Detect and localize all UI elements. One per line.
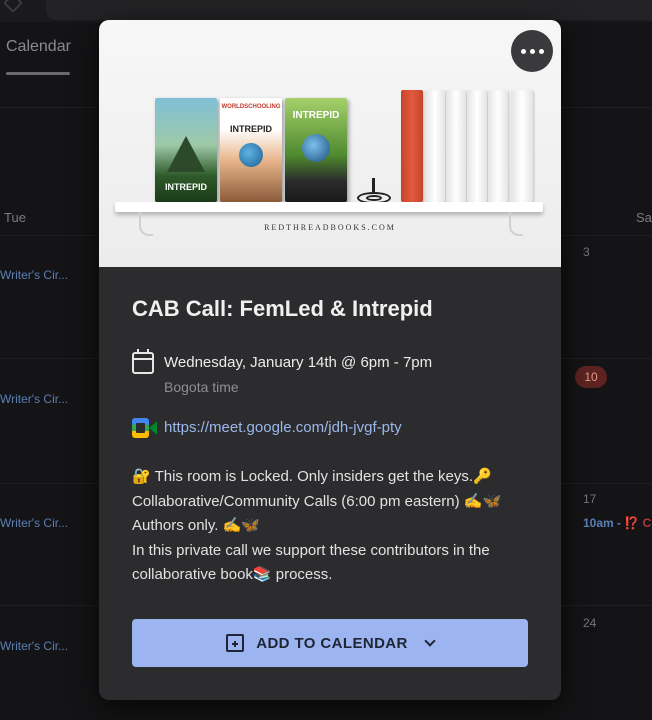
calendar-event-chip[interactable]: Writer's Cir... <box>0 516 68 530</box>
event-cover-image: INTREPID WORLDSCHOOLING INTREPID INTREPI… <box>99 20 561 267</box>
event-description: 🔐 This room is Locked. Only insiders get… <box>132 465 542 588</box>
description-line: 🔐 This room is Locked. Only insiders get… <box>132 468 492 485</box>
date-number[interactable]: 3 <box>583 245 590 259</box>
description-line: Collaborative/Community Calls (6:00 pm e… <box>132 492 502 510</box>
meet-link[interactable]: https://meet.google.com/jdh-jvgf-pty <box>164 419 402 436</box>
date-number[interactable]: 17 <box>583 492 596 506</box>
book-spine <box>401 90 423 202</box>
date-number-today[interactable]: 10 <box>575 366 607 388</box>
mountain-graphic <box>167 136 205 172</box>
top-bar <box>0 0 652 22</box>
book-title: INTREPID <box>164 182 207 192</box>
calendar-event-chip[interactable]: Writer's Cir... <box>0 639 68 653</box>
brand-text: REDTHREADBOOKS.COM <box>264 223 396 232</box>
calendar-icon <box>132 349 154 374</box>
book-title: INTREPID <box>292 110 340 121</box>
book-spine <box>467 90 487 202</box>
tab-active-indicator <box>6 72 70 75</box>
chevron-down-icon[interactable] <box>424 635 436 647</box>
globe-graphic <box>239 143 263 167</box>
book-spine <box>425 90 445 202</box>
calendar-event-chip[interactable]: 10am - ⁉️ C <box>583 516 651 530</box>
date-number[interactable]: 24 <box>583 616 596 630</box>
event-badge: ⁉️ C <box>624 516 652 530</box>
description-line: Authors only. ✍️🦋 <box>132 517 260 534</box>
event-details-card: INTREPID WORLDSCHOOLING INTREPID INTREPI… <box>99 20 561 700</box>
ring-stand-graphic <box>357 178 391 204</box>
book-subtitle: WORLDSCHOOLING <box>221 104 281 110</box>
app-logo-icon <box>3 0 23 13</box>
book-title: INTREPID <box>229 124 272 134</box>
book-spine <box>511 90 533 202</box>
more-options-button[interactable] <box>511 30 553 72</box>
search-bar[interactable] <box>46 0 652 20</box>
calendar-event-chip[interactable]: Writer's Cir... <box>0 268 68 282</box>
weekday-header-tue: Tue <box>4 210 26 225</box>
calendar-add-icon <box>226 634 245 652</box>
event-datetime: Wednesday, January 14th @ 6pm - 7pm <box>164 354 433 371</box>
add-to-calendar-label: ADD TO CALENDAR <box>256 634 408 652</box>
book-cover: INTREPID <box>285 98 347 202</box>
event-title: CAB Call: FemLed & Intrepid <box>132 296 433 321</box>
add-to-calendar-button[interactable]: ADD TO CALENDAR <box>132 619 528 667</box>
calendar-event-chip[interactable]: Writer's Cir... <box>0 392 68 406</box>
book-cover: WORLDSCHOOLING INTREPID <box>220 98 282 202</box>
description-line: collaborative book📚 process. <box>132 566 333 583</box>
more-vert-icon <box>520 48 526 54</box>
book-spine <box>488 90 508 202</box>
shelf-graphic <box>115 202 543 212</box>
book-spine <box>446 90 466 202</box>
weekday-header-sat: Sat <box>636 210 652 225</box>
globe-graphic <box>302 134 330 162</box>
tab-calendar[interactable]: Calendar <box>6 38 71 56</box>
google-meet-icon <box>132 418 157 438</box>
event-time: 10am - <box>583 516 625 530</box>
event-timezone: Bogota time <box>164 379 239 395</box>
book-cover: INTREPID <box>155 98 217 202</box>
description-line: In this private call we support these co… <box>132 541 490 559</box>
